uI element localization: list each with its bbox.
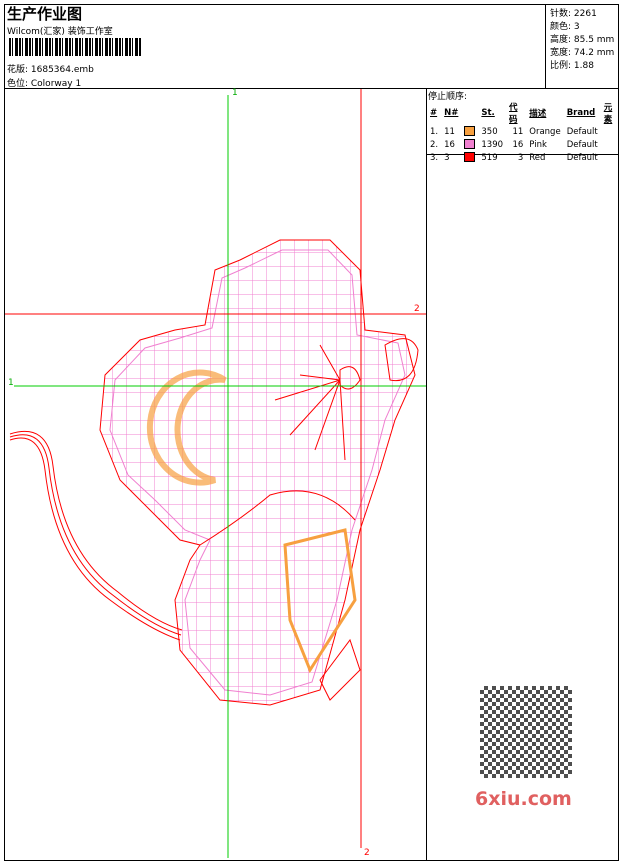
production-worksheet: 生产作业图 Wilcom(汇家) 装饰工作室 花版: 1685364.emb 色… (0, 0, 620, 861)
guide-label: 2 (364, 848, 370, 858)
qr-code (480, 686, 572, 778)
watermark-text: 6xiu.com (475, 788, 572, 810)
guide-label: 2 (414, 304, 420, 314)
guide-label: 1 (8, 378, 14, 388)
watermark: 6xiu.com (470, 680, 585, 815)
guide-label: 1 (232, 88, 238, 98)
mouse-body (9, 239, 419, 706)
